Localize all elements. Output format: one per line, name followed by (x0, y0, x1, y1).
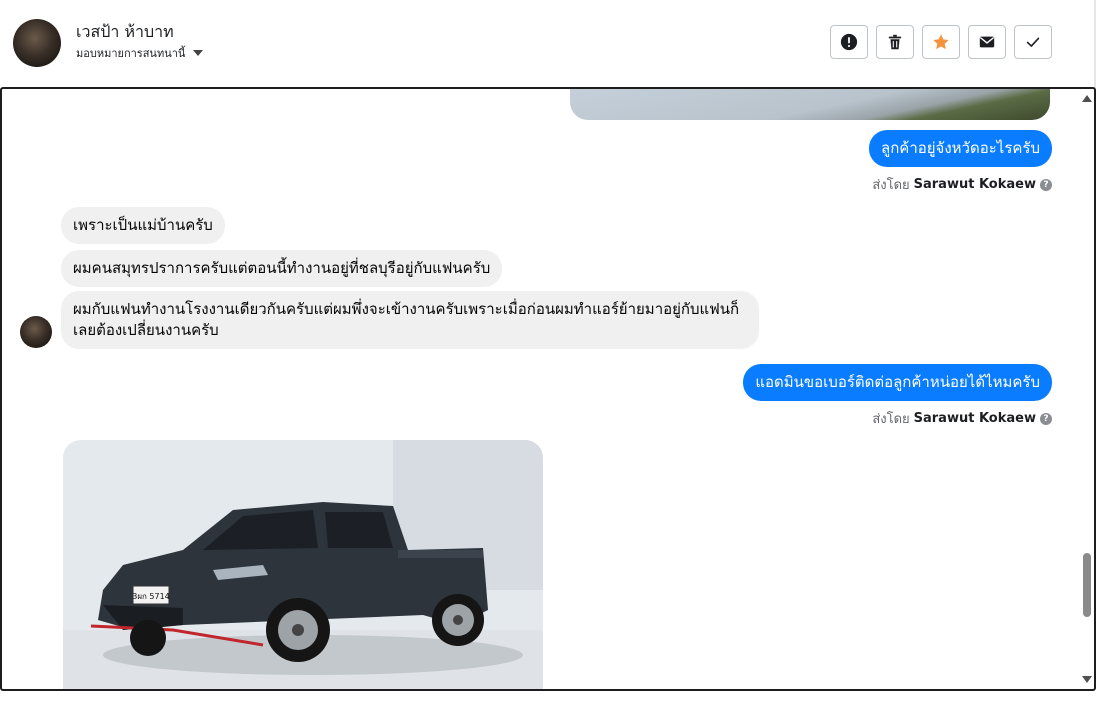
message-incoming[interactable]: ผมกับแฟนทำงานโรงงานเดียวกันครับแต่ผมพึ่ง… (61, 291, 759, 349)
license-plate: 3ผก 5714 (132, 592, 170, 601)
contact-name[interactable]: เวสป้า ห้าบาท (76, 20, 174, 45)
sent-by-agent: Sarawut Kokaew (913, 177, 1036, 192)
assign-conversation-dropdown[interactable]: มอบหมายการสนทนานี้ (76, 44, 204, 62)
star-button[interactable] (922, 25, 960, 59)
contact-avatar-small[interactable] (20, 316, 52, 348)
sent-by-prefix: ส่งโดย (872, 178, 910, 193)
conversation-header: เวสป้า ห้าบาท มอบหมายการสนทนานี้ (0, 0, 1096, 88)
contact-avatar[interactable] (13, 19, 61, 67)
sent-by-label: ส่งโดย Sarawut Kokaew ? (872, 408, 1052, 429)
shared-photo-truck[interactable]: 3ผก 5714 (63, 440, 543, 689)
scroll-down-arrow-icon[interactable] (1082, 676, 1092, 683)
help-icon[interactable]: ? (1040, 178, 1052, 191)
mark-done-button[interactable] (1014, 25, 1052, 59)
message-incoming[interactable]: เพราะเป็นแม่บ้านครับ (61, 207, 225, 244)
conversation-actions (830, 25, 1052, 59)
message-outgoing[interactable]: ลูกค้าอยู่จังหวัดอะไรครับ (869, 130, 1052, 167)
check-icon (1026, 37, 1040, 47)
mark-unread-button[interactable] (968, 25, 1006, 59)
sent-by-agent: Sarawut Kokaew (913, 411, 1036, 426)
alert-icon (840, 33, 858, 51)
sent-by-label: ส่งโดย Sarawut Kokaew ? (872, 174, 1052, 195)
truck-illustration: 3ผก 5714 (63, 440, 543, 689)
envelope-icon (979, 36, 995, 48)
help-icon[interactable]: ? (1040, 412, 1052, 425)
message-incoming[interactable]: ผมคนสมุทรปราการครับแต่ตอนนี้ทำงานอยู่ที่… (61, 250, 503, 287)
message-thread[interactable]: ลูกค้าอยู่จังหวัดอะไรครับ ส่งโดย Sarawut… (0, 87, 1096, 691)
star-icon (933, 34, 949, 50)
message-outgoing[interactable]: แอดมินขอเบอร์ติดต่อลูกค้าหน่อยได้ไหมครับ (743, 364, 1052, 401)
caret-down-icon (193, 50, 204, 56)
report-button[interactable] (830, 25, 868, 59)
shared-photo-previous[interactable] (570, 89, 1050, 120)
trash-icon (888, 34, 902, 50)
sent-by-prefix: ส่งโดย (872, 412, 910, 427)
delete-button[interactable] (876, 25, 914, 59)
thread-scrollbar[interactable] (1080, 89, 1094, 689)
scrollbar-thumb[interactable] (1083, 553, 1091, 617)
assign-label: มอบหมายการสนทนานี้ (76, 47, 186, 60)
scroll-up-arrow-icon[interactable] (1082, 95, 1092, 102)
